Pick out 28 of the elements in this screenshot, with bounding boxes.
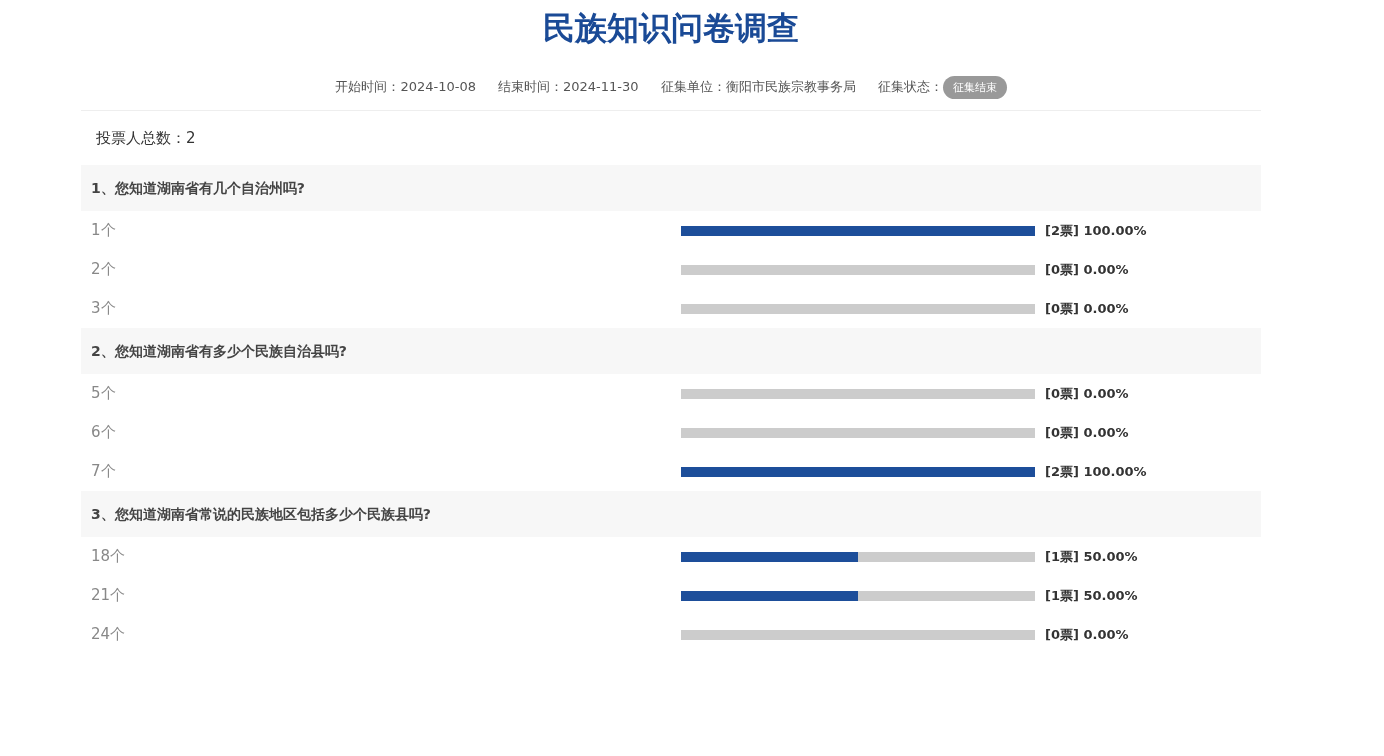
vote-result: [0票] 0.00% [1045, 260, 1129, 279]
option-label: 21个 [90, 585, 127, 607]
option-label: 3个 [90, 298, 117, 320]
option-label: 1个 [90, 220, 117, 242]
option-label: 18个 [90, 546, 127, 568]
meta-info: 征集单位：衡阳市民族宗教事务局 [660, 78, 856, 97]
vote-result: [1票] 50.00% [1045, 547, 1138, 566]
question-title: 1、您知道湖南省有几个自治州吗? [81, 165, 1261, 211]
option-label: 24个 [90, 624, 127, 646]
vote-result: [1票] 50.00% [1045, 586, 1138, 605]
vote-result: [0票] 0.00% [1045, 423, 1129, 442]
option-label: 5个 [90, 383, 117, 405]
vote-result: [0票] 0.00% [1045, 299, 1129, 318]
vote-result: [0票] 0.00% [1045, 384, 1129, 403]
status-badge: 征集结束 [942, 75, 1007, 99]
question-title: 2、您知道湖南省有多少个民族自治县吗? [81, 328, 1261, 374]
option-label: 2个 [90, 259, 117, 281]
page-title: 民族知识问卷调查 [542, 8, 800, 49]
meta-info: 结束时间：2024-11-30 [498, 78, 639, 97]
vote-result: [0票] 0.00% [1045, 625, 1129, 644]
question-title: 3、您知道湖南省常说的民族地区包括多少个民族县吗? [81, 491, 1261, 537]
vote-result: [2票] 100.00% [1045, 221, 1147, 240]
voter-total: 投票人总数：2 [95, 127, 197, 149]
meta-info: 开始时间：2024-10-08 [335, 78, 476, 97]
status-label: 征集状态： [877, 78, 943, 97]
vote-result: [2票] 100.00% [1045, 462, 1147, 481]
option-label: 7个 [90, 461, 117, 483]
option-label: 6个 [90, 422, 117, 444]
